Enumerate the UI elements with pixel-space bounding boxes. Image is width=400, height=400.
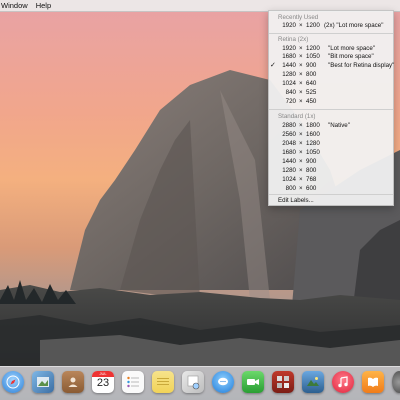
- resolution-height: 525: [306, 89, 317, 96]
- iphoto-icon[interactable]: [302, 371, 324, 393]
- photo-booth-icon[interactable]: [272, 371, 294, 393]
- resolution-height: 600: [306, 185, 317, 192]
- preview-icon[interactable]: [32, 371, 54, 393]
- times-sign: ×: [299, 62, 303, 69]
- resolution-width: 720: [285, 98, 296, 105]
- retina-header: Retina (2x): [278, 36, 309, 43]
- resolution-width: 2560: [282, 131, 296, 138]
- resolution-option-retina-720x450[interactable]: 720 × 450: [278, 98, 391, 106]
- resolution-width: 1920: [282, 22, 296, 29]
- resolution-height: 640: [306, 80, 317, 87]
- resolution-note: "Native": [328, 122, 350, 129]
- calendar-icon[interactable]: JUL 23: [92, 371, 114, 393]
- resolution-height: 1600: [306, 131, 320, 138]
- resolution-height: 800: [306, 167, 317, 174]
- times-sign: ×: [299, 167, 303, 174]
- resolution-width: 1280: [282, 167, 296, 174]
- times-sign: ×: [299, 98, 303, 105]
- resolution-height: 1280: [306, 140, 320, 147]
- resolution-option-standard-2880x1800[interactable]: 2880 × 1800 "Native": [278, 122, 391, 130]
- resolution-option-standard-1440x900[interactable]: 1440 × 900: [278, 158, 391, 166]
- resolution-option-retina-1920x1200[interactable]: 1920 × 1200 "Lot more space": [278, 45, 391, 53]
- resolution-width: 2880: [282, 122, 296, 129]
- resolution-width: 1440: [282, 62, 296, 69]
- resolution-width: 800: [285, 185, 296, 192]
- resolution-option-retina-1280x800[interactable]: 1280 × 800: [278, 71, 391, 79]
- resolution-option-standard-1280x800[interactable]: 1280 × 800: [278, 167, 391, 175]
- menu-window[interactable]: Window: [0, 0, 32, 11]
- standard-header: Standard (1x): [278, 113, 316, 120]
- times-sign: ×: [299, 53, 303, 60]
- resolution-option-recent-1920x1200[interactable]: 1920 × 1200 (2x) "Lot more space": [278, 22, 391, 30]
- system-preferences-icon[interactable]: [392, 371, 400, 393]
- ibooks-icon[interactable]: [362, 371, 384, 393]
- resolution-note: (2x) "Lot more space": [324, 22, 384, 29]
- resolution-height: 1200: [306, 45, 320, 52]
- resolution-height: 1050: [306, 53, 320, 60]
- times-sign: ×: [299, 122, 303, 129]
- resolution-note: "Bit more space": [328, 53, 374, 60]
- resolution-width: 1680: [282, 149, 296, 156]
- resolution-width: 1680: [282, 53, 296, 60]
- resolution-height: 768: [306, 176, 317, 183]
- resolution-option-retina-1440x900[interactable]: ✓ 1440 × 900 "Best for Retina display": [270, 62, 395, 70]
- times-sign: ×: [299, 158, 303, 165]
- times-sign: ×: [299, 89, 303, 96]
- dock: JUL 23: [0, 366, 400, 400]
- resolution-width: 1920: [282, 45, 296, 52]
- resolution-height: 800: [306, 71, 317, 78]
- resolution-width: 1280: [282, 71, 296, 78]
- resolution-width: 840: [285, 89, 296, 96]
- times-sign: ×: [299, 80, 303, 87]
- times-sign: ×: [299, 71, 303, 78]
- times-sign: ×: [299, 185, 303, 192]
- resolution-height: 450: [306, 98, 317, 105]
- resolution-option-retina-1680x1050[interactable]: 1680 × 1050 "Bit more space": [278, 53, 391, 61]
- menu-help[interactable]: Help: [32, 0, 55, 11]
- menu-separator: [269, 109, 393, 110]
- resolution-height: 900: [306, 158, 317, 165]
- resolution-width: 1024: [282, 176, 296, 183]
- edit-labels-item[interactable]: Edit Labels...: [278, 197, 314, 204]
- times-sign: ×: [299, 131, 303, 138]
- facetime-icon[interactable]: [242, 371, 264, 393]
- times-sign: ×: [299, 22, 303, 29]
- times-sign: ×: [299, 149, 303, 156]
- resolution-width: 2048: [282, 140, 296, 147]
- resolution-width: 1440: [282, 158, 296, 165]
- resolution-note: "Best for Retina display": [328, 62, 395, 69]
- music-icon[interactable]: [332, 371, 354, 393]
- resolution-option-standard-1680x1050[interactable]: 1680 × 1050: [278, 149, 391, 157]
- resolution-option-standard-2560x1600[interactable]: 2560 × 1600: [278, 131, 391, 139]
- times-sign: ×: [299, 176, 303, 183]
- resolution-option-standard-1024x768[interactable]: 1024 × 768: [278, 176, 391, 184]
- resolution-height: 900: [306, 62, 317, 69]
- resolution-option-standard-2048x1280[interactable]: 2048 × 1280: [278, 140, 391, 148]
- photo-viewer-icon[interactable]: [182, 371, 204, 393]
- recently-used-header: Recently Used: [278, 14, 319, 21]
- messages-icon[interactable]: [212, 371, 234, 393]
- notes-icon[interactable]: [152, 371, 174, 393]
- resolution-note: "Lot more space": [328, 45, 376, 52]
- resolution-height: 1200: [306, 22, 320, 29]
- display-resolution-menu: Recently Used 1920 × 1200 (2x) "Lot more…: [268, 10, 394, 206]
- times-sign: ×: [299, 45, 303, 52]
- resolution-height: 1050: [306, 149, 320, 156]
- reminders-icon[interactable]: [122, 371, 144, 393]
- resolution-option-retina-840x525[interactable]: 840 × 525: [278, 89, 391, 97]
- resolution-width: 1024: [282, 80, 296, 87]
- checkmark-icon: ✓: [270, 62, 276, 69]
- times-sign: ×: [299, 140, 303, 147]
- safari-icon[interactable]: [2, 371, 24, 393]
- menu-separator: [269, 33, 393, 34]
- calendar-day: 23: [96, 377, 110, 389]
- desktop: Window Help Recently Used 1920 × 1200 (2…: [0, 0, 400, 400]
- menu-separator: [269, 194, 393, 195]
- resolution-option-retina-1024x640[interactable]: 1024 × 640: [278, 80, 391, 88]
- contacts-icon[interactable]: [62, 371, 84, 393]
- resolution-height: 1800: [306, 122, 320, 129]
- resolution-option-standard-800x600[interactable]: 800 × 600: [278, 185, 391, 193]
